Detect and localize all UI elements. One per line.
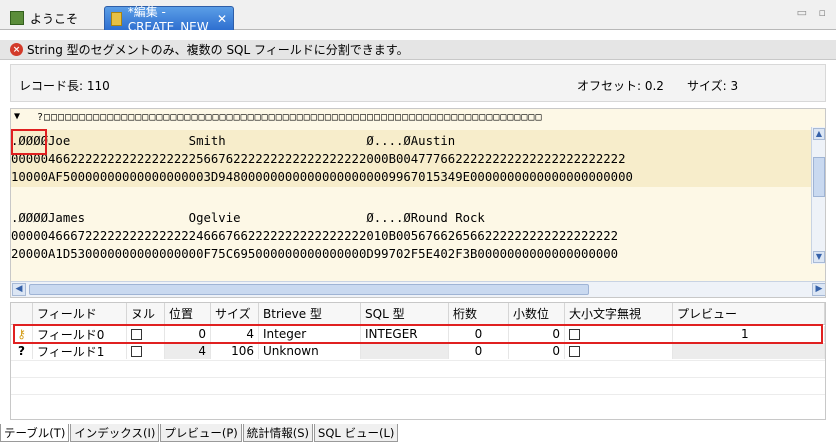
message-text: String 型のセグメントのみ、複数の SQL フィールドに分割できます。 (27, 43, 409, 57)
window-controls[interactable]: ▭ ▫ (797, 6, 830, 19)
record-1-hex-high[interactable]: 0000046622222222222222222566762222222222… (11, 150, 625, 168)
header-digits[interactable]: 桁数 (449, 303, 509, 324)
ruler-arrow-icon: ▼ (14, 111, 21, 122)
header-case-insensitive[interactable]: 大小文字無視 (565, 303, 673, 324)
horizontal-scroll-thumb[interactable] (29, 284, 589, 295)
header-marker (11, 303, 33, 324)
selected-bytes-outline (11, 129, 47, 155)
close-icon[interactable]: ✕ (217, 12, 227, 26)
tab-statistics[interactable]: 統計情報(S) (242, 424, 314, 442)
position-cell: 4 (165, 343, 211, 359)
size-cell[interactable]: 106 (211, 343, 259, 359)
empty-row (11, 377, 825, 393)
horizontal-scrollbar[interactable]: ◀ ▶ (11, 281, 825, 297)
field-name-cell[interactable]: フィールド1 (33, 343, 127, 359)
scroll-left-icon[interactable]: ◀ (12, 283, 26, 296)
table-row[interactable]: ? フィールド1 4 106 Unknown 0 0 (11, 343, 825, 359)
header-field[interactable]: フィールド (33, 303, 127, 324)
table-header: フィールド ヌル 位置 サイズ Btrieve 型 SQL 型 桁数 小数位 大… (11, 303, 825, 325)
header-sql-type[interactable]: SQL 型 (361, 303, 449, 324)
offset-label: オフセット: 0.2 (577, 79, 664, 93)
ruler-marks: ?□□□□□□□□□□□□□□□□□□□□□□□□□□□□□□□□□□□□□□□… (37, 112, 543, 123)
header-btrieve-type[interactable]: Btrieve 型 (259, 303, 361, 324)
record-2-hex-low[interactable]: 20000A1D530000000000000000F75C6950000000… (11, 245, 618, 263)
header-null[interactable]: ヌル (127, 303, 165, 324)
question-icon: ? (11, 343, 33, 359)
scroll-right-icon[interactable]: ▶ (812, 283, 825, 296)
null-checkbox[interactable] (127, 343, 165, 359)
field-table: フィールド ヌル 位置 サイズ Btrieve 型 SQL 型 桁数 小数位 大… (10, 302, 826, 420)
empty-row (11, 360, 825, 376)
bottom-tab-bar: テーブル(T) インデックス(I) プレビュー(P) 統計情報(S) SQL ビ… (0, 424, 399, 442)
editor-tab-bar: ようこそ *編集 - CREATE_NEW ✕ ▭ ▫ (0, 0, 836, 34)
scroll-up-icon[interactable]: ▲ (813, 128, 825, 140)
digits-cell[interactable]: 0 (449, 343, 509, 359)
header-size[interactable]: サイズ (211, 303, 259, 324)
message-bar: × String 型のセグメントのみ、複数の SQL フィールドに分割できます。 (0, 40, 836, 60)
case-insensitive-checkbox[interactable] (565, 343, 673, 359)
error-icon: × (10, 43, 23, 56)
tab-edit-create-new[interactable]: *編集 - CREATE_NEW ✕ (104, 5, 234, 34)
preview-cell (673, 343, 825, 359)
size-label: サイズ: 3 (687, 79, 739, 93)
tab-index[interactable]: インデックス(I) (70, 424, 160, 442)
record-1-hex-low[interactable]: 10000AF50000000000000000003D948000000000… (11, 168, 633, 186)
tab-table[interactable]: テーブル(T) (0, 424, 70, 442)
record-1-text[interactable]: .ØØØØJoe Smith Ø....ØAustin (11, 132, 455, 150)
record-length-label: レコード長: 110 (19, 79, 110, 93)
btrieve-type-cell[interactable]: Unknown (259, 343, 361, 359)
header-decimals[interactable]: 小数位 (509, 303, 565, 324)
sql-type-cell (361, 343, 449, 359)
record-2-hex-high[interactable]: 0000046667222222222222222466676622222222… (11, 227, 618, 245)
header-preview[interactable]: プレビュー (673, 303, 825, 324)
pdf-icon (10, 11, 24, 25)
scroll-down-icon[interactable]: ▼ (813, 251, 825, 263)
field-ruler: ▼ ?□□□□□□□□□□□□□□□□□□□□□□□□□□□□□□□□□□□□□… (11, 109, 825, 127)
vertical-scrollbar[interactable]: ▲ ▼ (811, 127, 825, 264)
header-position[interactable]: 位置 (165, 303, 211, 324)
empty-row (11, 394, 825, 410)
decimals-cell[interactable]: 0 (509, 343, 565, 359)
vertical-scroll-thumb[interactable] (813, 157, 825, 197)
tab-sql-view[interactable]: SQL ビュー(L) (314, 424, 399, 442)
selected-row-outline (13, 324, 823, 344)
edit-icon (111, 11, 122, 26)
record-2-text[interactable]: .ØØØØJames Ogelvie Ø....ØRound Rock (11, 209, 485, 227)
tab-welcome[interactable]: ようこそ (4, 6, 104, 30)
tab-welcome-label: ようこそ (30, 11, 79, 26)
hex-viewer[interactable]: ▼ ?□□□□□□□□□□□□□□□□□□□□□□□□□□□□□□□□□□□□□… (10, 108, 826, 298)
tab-edit-label: *編集 - CREATE_NEW (127, 5, 209, 34)
tab-preview[interactable]: プレビュー(P) (160, 424, 242, 442)
record-info-bar: レコード長: 110 オフセット: 0.2 サイズ: 3 (10, 64, 826, 102)
